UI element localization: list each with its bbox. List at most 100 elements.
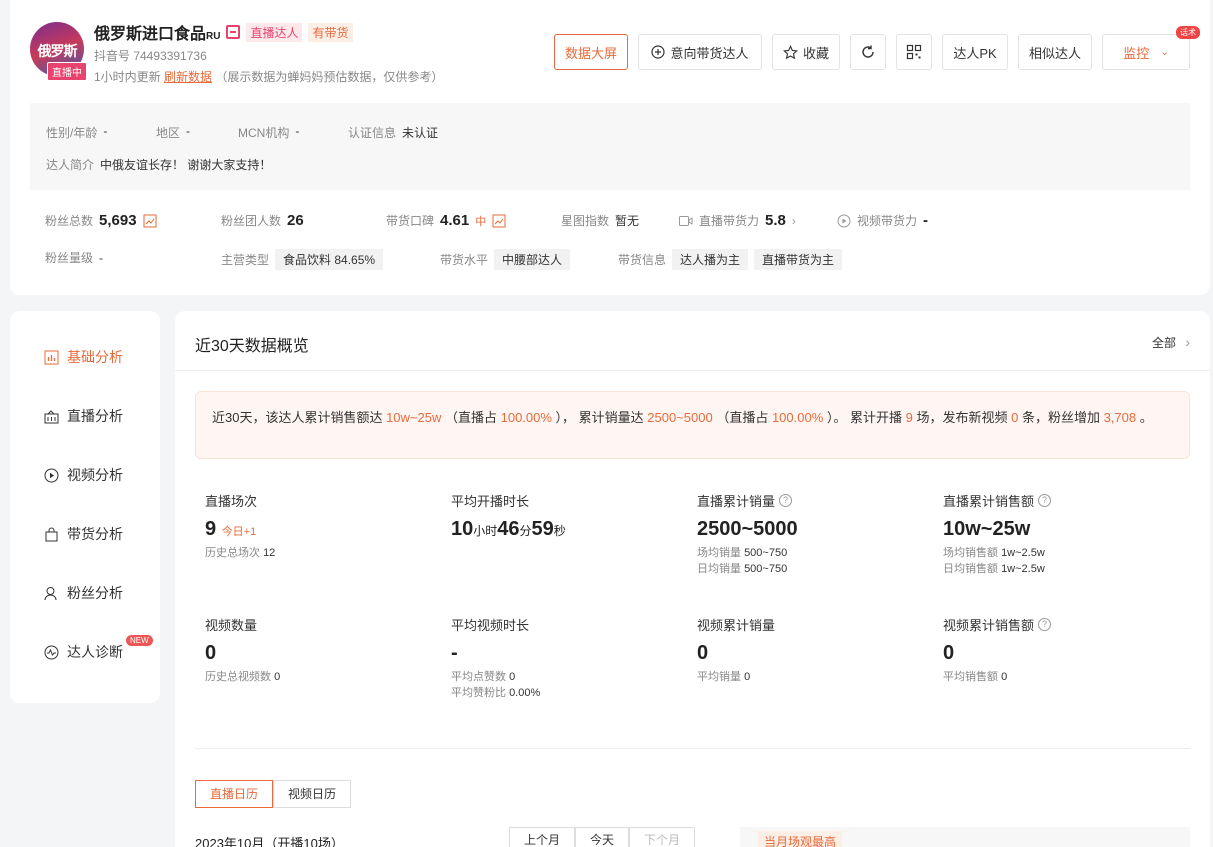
chevron-right-icon[interactable]: › <box>792 214 796 228</box>
calendar-tabs: 直播日历 视频日历 <box>195 780 352 808</box>
mcn-value: - <box>295 124 300 138</box>
live-power-label: 直播带货力 <box>699 214 760 228</box>
sidebar-item-diagnosis[interactable]: 达人诊断 <box>44 642 123 662</box>
intent-label: 意向带货达人 <box>670 45 749 61</box>
influencer-name: 俄罗斯进口食品RU <box>94 26 221 43</box>
summary-volume: 2500~5000 <box>647 410 713 425</box>
similar-button[interactable]: 相似达人 <box>1018 34 1092 70</box>
sidebar-item-label: 达人诊断 <box>67 644 123 660</box>
overview-panel: 近30天数据概览 全部 › 近30天，该达人累计销售额达 10w~25w （直播… <box>175 311 1210 847</box>
region-value: - <box>186 124 191 138</box>
today-button[interactable]: 今天 <box>575 827 630 847</box>
profile-info: 性别/年龄 - 地区 - MCN机构 - 认证信息 未认证 达人简介 中俄友谊长存！ 谢… <box>30 103 1190 190</box>
category-label: 主营类型 <box>221 253 270 267</box>
fans-group-value: 26 <box>287 212 304 229</box>
shopping-bag-icon <box>45 527 58 541</box>
metric-avg-video: 平均视频时长 - 平均点赞数 0 平均赞粉比 0.00% <box>451 618 541 699</box>
star-icon <box>783 44 798 59</box>
overview-header: 近30天数据概览 全部 › <box>175 311 1210 371</box>
view-all-link[interactable]: 全部 › <box>1152 334 1190 351</box>
refresh-icon <box>862 45 874 58</box>
play-circle-icon <box>44 468 59 482</box>
summary-sales: 10w~25w <box>386 410 442 425</box>
prev-month-button[interactable]: 上个月 <box>509 827 576 847</box>
sidebar-item-label: 直播分析 <box>67 408 123 424</box>
mcn-label: MCN机构 <box>238 126 290 140</box>
metric-live-sales: 直播累计销售额? 10w~25w 场均销售额 1w~2.5w 日均销售额 1w~2… <box>943 491 1052 577</box>
goods-info-value-1: 达人播为主 <box>672 249 749 270</box>
metric-live-volume: 直播累计销量? 2500~5000 场均销量 500~750 日均销量 500~7… <box>697 494 798 575</box>
live-type-icon <box>226 25 241 39</box>
help-icon[interactable]: ? <box>1038 494 1052 507</box>
best-live-tab[interactable]: 当月场观最高 <box>758 831 843 847</box>
sidebar-item-goods[interactable]: 带货分析 <box>44 524 123 544</box>
intent-button[interactable]: 意向带货达人 <box>638 34 762 70</box>
new-badge: NEW <box>126 635 153 646</box>
reputation-level: 中 <box>475 215 487 228</box>
action-bar: 数据大屏 意向带货达人 收藏 达人PK 相似达人 监控 ⌄ <box>554 34 1190 70</box>
bar-chart-icon <box>44 350 59 364</box>
sidebar-item-label: 粉丝分析 <box>67 585 123 601</box>
gender-label: 性别/年龄 <box>46 126 98 140</box>
sidebar-item-live[interactable]: 直播分析 <box>44 406 123 426</box>
metric-video-sales: 视频累计销售额? 0 平均销售额 0 <box>943 615 1052 685</box>
today-delta: 今日+1 <box>221 526 257 538</box>
favorite-label: 收藏 <box>803 45 830 61</box>
metric-video-count: 视频数量 0 历史总视频数 0 <box>205 618 281 683</box>
video-power-value: - <box>923 212 929 229</box>
summary-fans-gain: 3,708 <box>1103 410 1137 425</box>
sidebar-item-basic[interactable]: 基础分析 <box>44 347 123 367</box>
summary-banner: 近30天，该达人累计销售额达 10w~25w （直播占 100.00% ）， 累… <box>195 391 1190 459</box>
intro-label: 达人简介 <box>46 158 95 172</box>
goods-info-label: 带货信息 <box>618 253 667 267</box>
plus-circle-icon <box>651 45 666 59</box>
fans-group-label: 粉丝团人数 <box>221 214 282 228</box>
monitor-badge: 话术 <box>1176 26 1200 39</box>
favorite-button[interactable]: 收藏 <box>772 34 840 70</box>
metric-video-volume: 视频累计销量 0 平均销量 0 <box>697 618 776 683</box>
goods-info-value-2: 直播带货为主 <box>754 249 843 270</box>
stats-row-2: 粉丝量级 - 主营类型 食品饮料 84.65% 带货水平 中腰部达人 带货信息 达人播为… <box>45 249 1205 270</box>
intro-value: 中俄友谊长存！ 谢谢大家支持！ <box>100 158 272 172</box>
live-status-tag[interactable]: 直播中 <box>47 62 87 81</box>
help-icon[interactable]: ? <box>779 494 793 507</box>
trend-icon[interactable] <box>492 214 506 228</box>
qrcode-button[interactable] <box>896 34 932 70</box>
help-icon[interactable]: ? <box>1038 618 1052 631</box>
trend-icon[interactable] <box>143 214 157 228</box>
tag-goods: 有带货 <box>308 22 353 42</box>
pk-button[interactable]: 达人PK <box>942 34 1008 70</box>
sidebar: 基础分析 直播分析 视频分析 带货分析 粉丝分析 达人诊断 NEW <box>10 311 160 703</box>
profile-info-row: 性别/年龄 - 地区 - MCN机构 - 认证信息 未认证 <box>46 124 438 141</box>
sidebar-item-label: 视频分析 <box>67 467 123 483</box>
update-row: 1小时内更新 刷新数据 （展示数据为蝉妈妈预估数据，仅供参考） <box>94 68 443 85</box>
summary-lives: 9 <box>905 410 913 425</box>
cert-value: 未认证 <box>402 126 439 140</box>
stats-row-1: 粉丝总数 5,693 粉丝团人数 26 带货口碑 4.61 中 星图指数 暂无 直播带货力… <box>45 212 1205 232</box>
reputation-value: 4.61 <box>440 212 470 229</box>
live-camera-icon <box>679 215 693 226</box>
tab-video-calendar[interactable]: 视频日历 <box>273 780 352 808</box>
level-label: 带货水平 <box>440 253 489 267</box>
fans-value: 5,693 <box>99 212 137 229</box>
refresh-link[interactable]: 刷新数据 <box>164 70 212 84</box>
refresh-button[interactable] <box>850 34 886 70</box>
tab-live-calendar[interactable]: 直播日历 <box>195 780 274 808</box>
category-value: 食品饮料 84.65% <box>275 249 384 270</box>
level-value: 中腰部达人 <box>494 249 571 270</box>
monitor-button[interactable]: 监控 ⌄ <box>1102 34 1190 70</box>
star-label: 星图指数 <box>561 214 610 228</box>
sidebar-item-fans[interactable]: 粉丝分析 <box>44 583 123 603</box>
sidebar-item-video[interactable]: 视频分析 <box>44 465 123 485</box>
live-power-value: 5.8 <box>765 212 786 229</box>
play-icon <box>837 214 851 227</box>
chevron-right-icon: › <box>1185 334 1190 350</box>
big-screen-button[interactable]: 数据大屏 <box>554 34 628 70</box>
video-power-label: 视频带货力 <box>857 214 918 228</box>
update-note: （展示数据为蝉妈妈预估数据，仅供参考） <box>215 70 444 84</box>
fans-level-value: - <box>99 250 104 265</box>
avatar-text: 俄罗斯 <box>37 44 78 60</box>
next-month-button[interactable]: 下个月 <box>629 827 696 847</box>
update-time: 1小时内更新 <box>94 70 161 84</box>
live-icon <box>44 409 59 423</box>
